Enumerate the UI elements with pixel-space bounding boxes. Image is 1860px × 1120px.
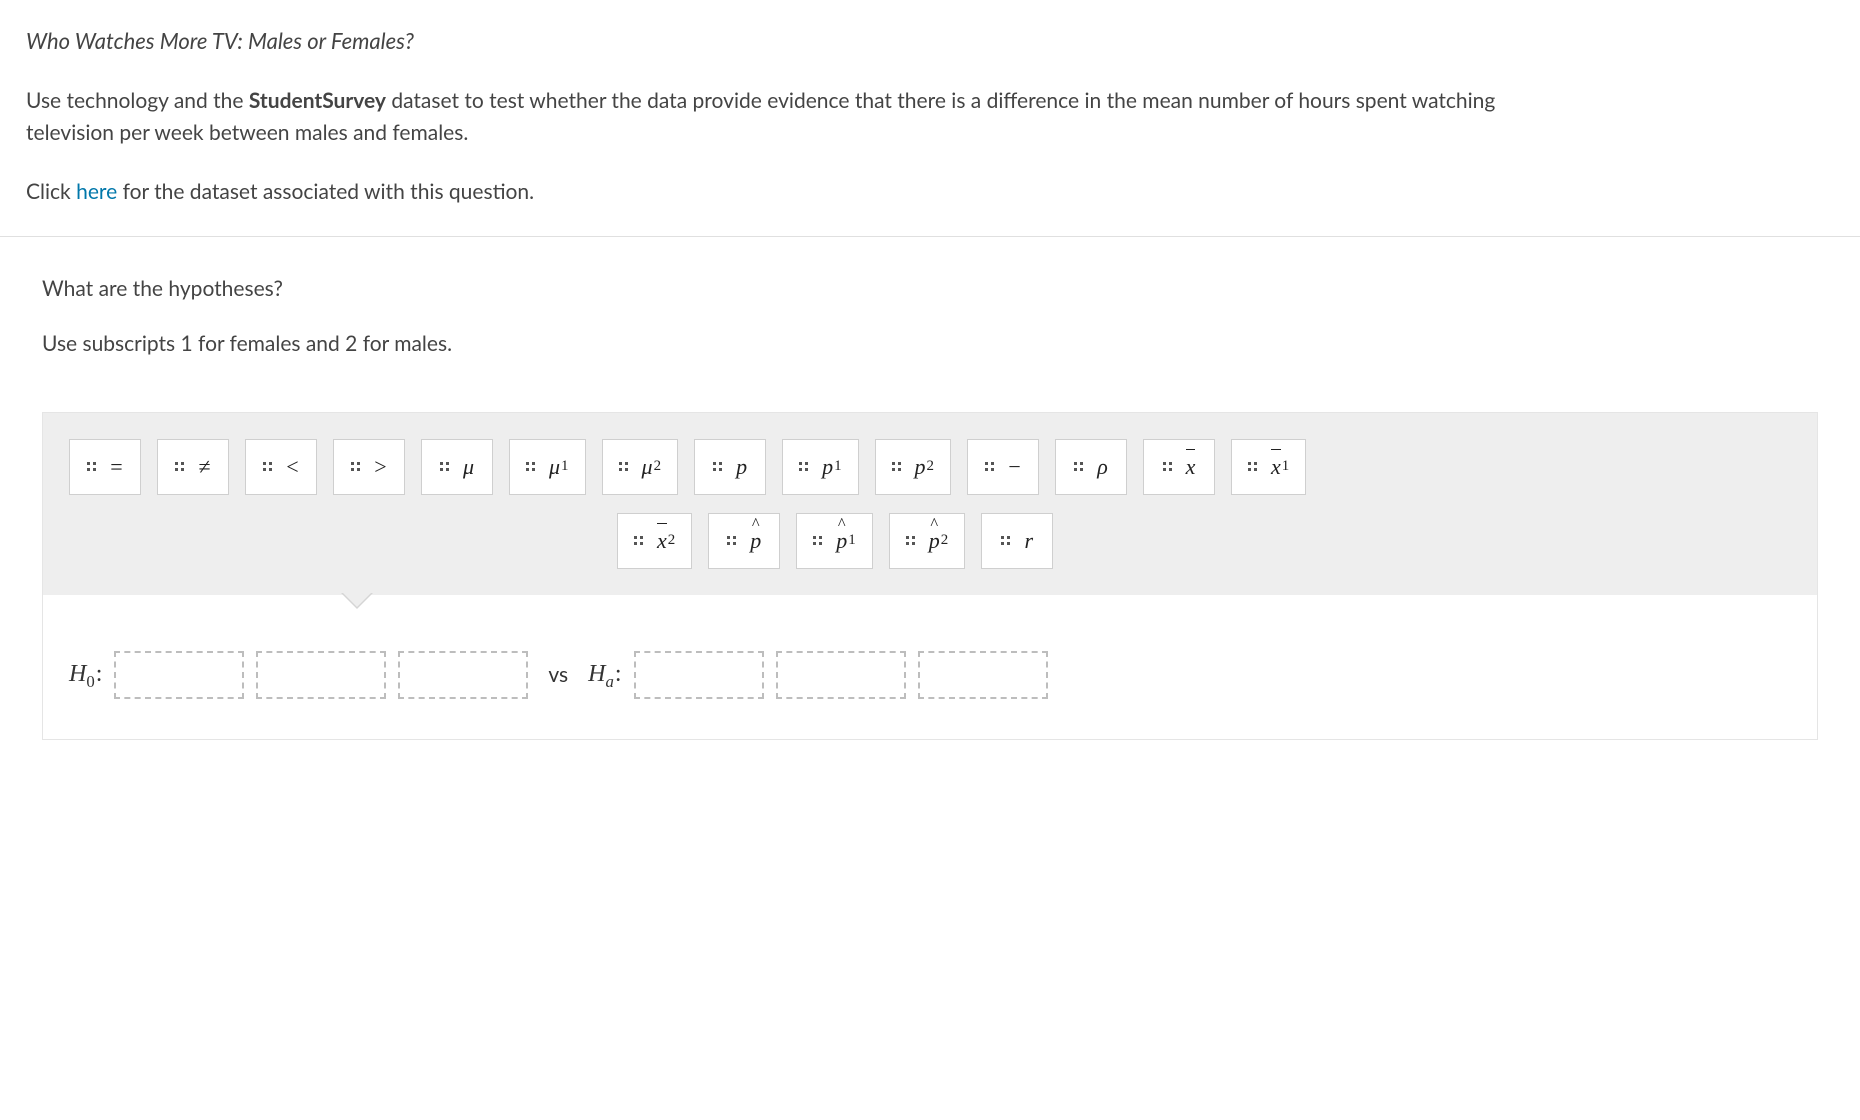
symbol-tile-p[interactable]: p [694,439,766,495]
drag-grip-icon [175,462,184,471]
ha-h: H [588,661,605,687]
symbol-tile-r[interactable]: r [981,513,1053,569]
symbol-tile-mu[interactable]: μ [421,439,493,495]
drag-grip-icon [799,462,808,471]
ha-slot-2[interactable] [776,651,906,699]
symbol-tile-mu2[interactable]: μ2 [602,439,679,495]
symbol-tile-mu1[interactable]: μ1 [509,439,586,495]
drag-grip-icon [351,462,360,471]
drag-grip-icon [619,462,628,471]
symbol-palette: =≠<>μμ1μ2pp1p2−ρxx1 x2pp1p2r [43,413,1817,595]
ha-slots [634,651,1048,699]
ha-label: Ha: [588,656,623,694]
answer-area: H0: vs Ha: [43,595,1817,739]
ha-slot-1[interactable] [634,651,764,699]
symbol-tile-neq[interactable]: ≠ [157,439,229,495]
symbol-tile-xbar2[interactable]: x2 [617,513,692,569]
dataset-link[interactable]: here [76,179,117,204]
subscript-note: Use subscripts 1 for females and 2 for m… [42,328,1818,360]
question-title: Who Watches More TV: Males or Females? [26,24,1834,57]
h0-colon: : [96,661,103,687]
drag-grip-icon [1248,462,1257,471]
h0-slots [114,651,528,699]
dataset-post: for the dataset associated with this que… [117,179,534,204]
drag-grip-icon [985,462,994,471]
symbol-tile-minus[interactable]: − [967,439,1039,495]
drag-grip-icon [1074,462,1083,471]
drag-grip-icon [892,462,901,471]
vs-label: vs [548,659,568,691]
drag-grip-icon [1163,462,1172,471]
h0-slot-3[interactable] [398,651,528,699]
h0-slot-2[interactable] [256,651,386,699]
intro-bold: StudentSurvey [249,88,386,113]
intro-text: Use technology and the StudentSurvey dat… [26,85,1556,148]
dataset-pre: Click [26,179,76,204]
hypotheses-question: What are the hypotheses? [42,273,1818,305]
symbol-tile-xbar[interactable]: x [1143,439,1215,495]
h0-h: H [69,661,86,687]
drag-grip-icon [634,536,643,545]
drag-grip-icon [727,536,736,545]
drag-grip-icon [440,462,449,471]
ha-sub: a [605,671,613,690]
drag-grip-icon [263,462,272,471]
drag-grip-icon [87,462,96,471]
intro-pre: Use technology and the [26,88,249,113]
symbol-tile-gt[interactable]: > [333,439,405,495]
palette-row-2: x2 p p1 p2 r [69,513,1791,569]
palette-pointer-fill [343,593,371,607]
symbol-tile-p1[interactable]: p1 [782,439,858,495]
symbol-tile-p2[interactable]: p2 [875,439,951,495]
h0-slot-1[interactable] [114,651,244,699]
symbol-tile-phat[interactable]: p [708,513,780,569]
h0-label: H0: [69,656,104,694]
drag-grip-icon [526,462,535,471]
drag-grip-icon [813,536,822,545]
symbol-tile-phat1[interactable]: p1 [796,513,872,569]
drag-grip-icon [906,536,915,545]
symbol-tile-lt[interactable]: < [245,439,317,495]
ha-slot-3[interactable] [918,651,1048,699]
symbol-tile-rho[interactable]: ρ [1055,439,1127,495]
drag-drop-panel: =≠<>μμ1μ2pp1p2−ρxx1 x2pp1p2r H0: vs Ha: [42,412,1818,740]
palette-row-1: = ≠ < > μ μ1 μ2 p p1 p2−ρx x1 [69,439,1791,495]
symbol-tile-xbar1[interactable]: x1 [1231,439,1306,495]
symbol-tile-eq[interactable]: = [69,439,141,495]
drag-grip-icon [1001,536,1010,545]
drag-grip-icon [713,462,722,471]
divider [0,236,1860,237]
h0-sub: 0 [86,671,94,690]
dataset-line: Click here for the dataset associated wi… [26,176,1834,208]
symbol-tile-phat2[interactable]: p2 [889,513,965,569]
ha-colon: : [615,661,622,687]
